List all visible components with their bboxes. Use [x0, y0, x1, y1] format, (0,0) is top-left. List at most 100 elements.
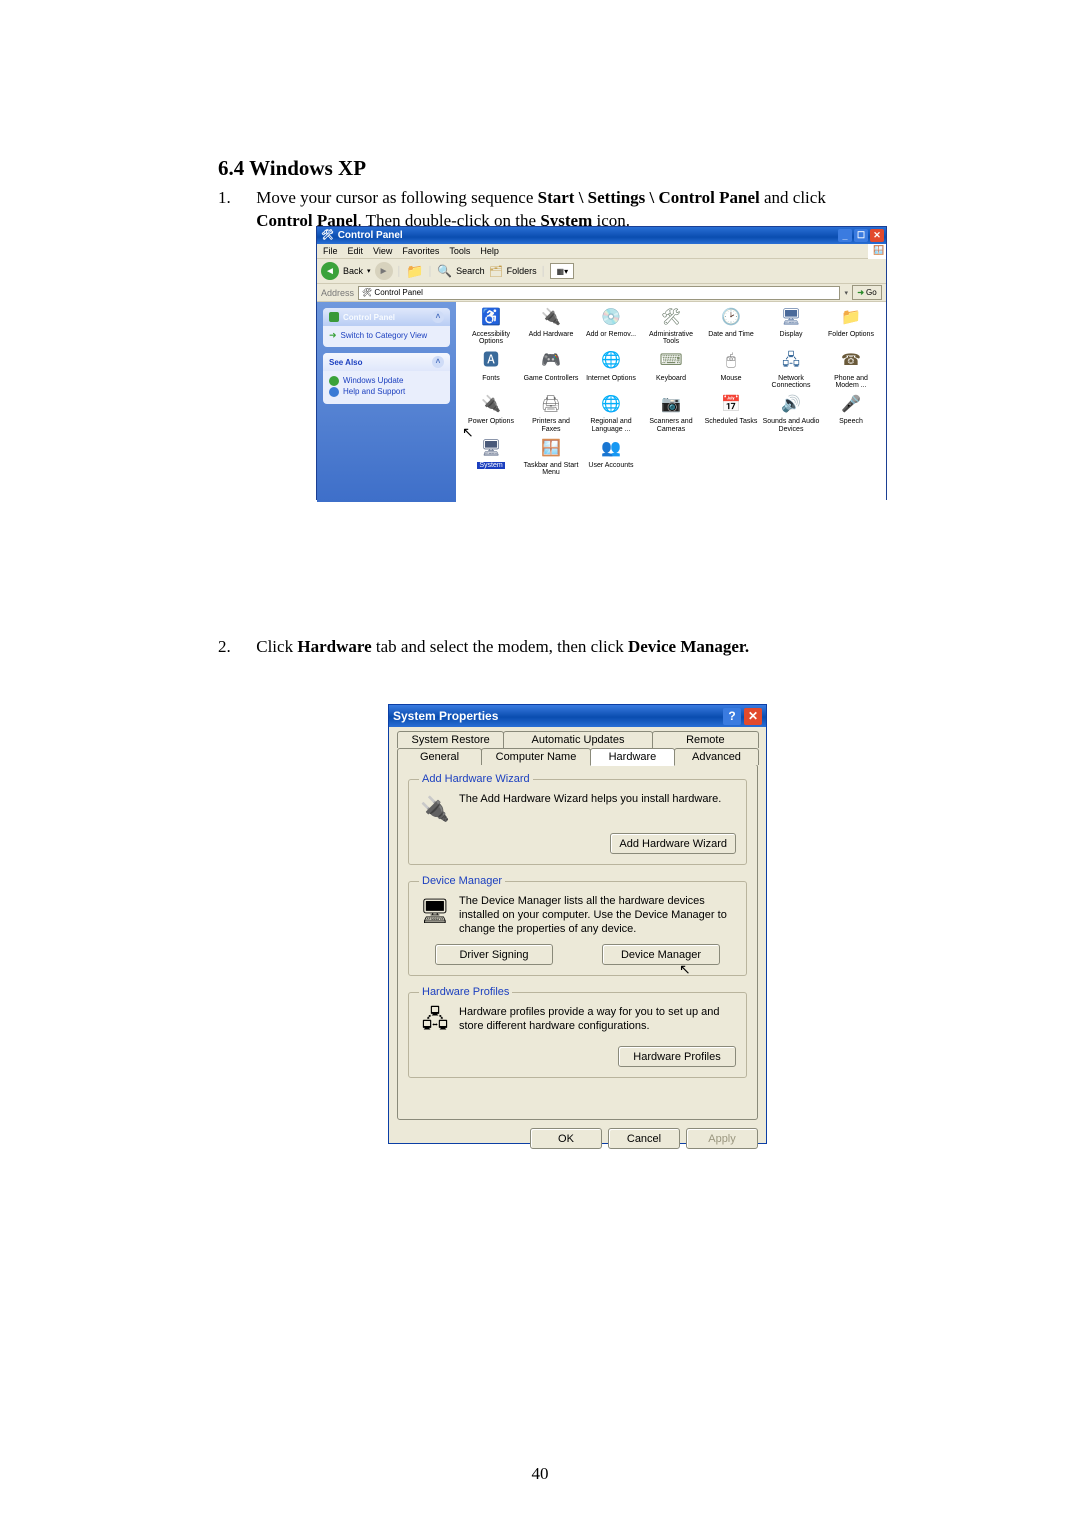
- cp-item-game-controllers[interactable]: 🎮Game Controllers: [522, 350, 580, 390]
- hardware-profiles-button[interactable]: Hardware Profiles: [618, 1046, 736, 1067]
- hardware-profiles-text: Hardware profiles provide a way for you …: [459, 1006, 736, 1034]
- dialog-titlebar[interactable]: System Properties ? ✕: [389, 705, 766, 727]
- add-hardware-wizard-group: Add Hardware Wizard 🔌 The Add Hardware W…: [408, 773, 747, 865]
- cp-item-system[interactable]: 🖥System: [462, 437, 520, 477]
- cancel-button[interactable]: Cancel: [608, 1128, 680, 1149]
- cp-item-sounds[interactable]: 🔊Sounds and Audio Devices: [762, 393, 820, 433]
- windows-update-link[interactable]: Windows Update: [329, 375, 444, 386]
- hardware-profiles-group: Hardware Profiles 🖧 Hardware profiles pr…: [408, 986, 747, 1078]
- address-label: Address: [321, 288, 354, 298]
- folders-label[interactable]: Folders: [507, 266, 537, 276]
- cp-item-user-accounts[interactable]: 👥User Accounts: [582, 437, 640, 477]
- see-also-title: See Also: [329, 358, 432, 367]
- cp-item-scanners[interactable]: 📷Scanners and Cameras: [642, 393, 700, 433]
- search-label[interactable]: Search: [456, 266, 485, 276]
- device-manager-icon: 🖥: [419, 895, 451, 927]
- step1-text-a: Move your cursor as following sequence: [256, 188, 537, 207]
- up-button[interactable]: 📁: [406, 263, 423, 280]
- ok-button[interactable]: OK: [530, 1128, 602, 1149]
- step-1-number: 1.: [218, 187, 252, 210]
- step1-text-b: Start \ Settings \ Control Panel: [538, 188, 760, 207]
- hardware-wizard-icon: 🔌: [419, 793, 451, 825]
- menu-bar: File Edit View Favorites Tools Help: [317, 244, 868, 259]
- step-2-number: 2.: [218, 636, 252, 659]
- menu-favorites[interactable]: Favorites: [402, 246, 439, 256]
- close-button[interactable]: ✕: [744, 708, 762, 725]
- switch-category-view-link[interactable]: ➜Switch to Category View: [329, 330, 444, 341]
- toolbar: ◄ Back ▾ ► │ 📁 │ 🔍 Search 🗂 Folders │ ▦▾: [317, 259, 886, 284]
- tab-general[interactable]: General: [397, 748, 482, 765]
- tab-strip: System Restore Automatic Updates Remote …: [397, 731, 758, 765]
- cp-item-scheduled[interactable]: 📅Scheduled Tasks: [702, 393, 760, 433]
- device-manager-button[interactable]: Device Manager: [602, 944, 720, 965]
- cp-item-keyboard[interactable]: ⌨Keyboard: [642, 350, 700, 390]
- menu-view[interactable]: View: [373, 246, 392, 256]
- step-2: 2. Click Hardware tab and select the mod…: [218, 636, 878, 659]
- hardware-profiles-legend: Hardware Profiles: [419, 986, 512, 998]
- step2-text-a: Click: [256, 637, 297, 656]
- forward-button[interactable]: ►: [375, 262, 393, 280]
- cp-item-network[interactable]: 🖧Network Connections: [762, 350, 820, 390]
- cp-item-folder-options[interactable]: 📁Folder Options: [822, 306, 880, 346]
- step2-text-c: tab and select the modem, then click: [372, 637, 628, 656]
- device-manager-group: Device Manager 🖥 The Device Manager list…: [408, 875, 747, 976]
- driver-signing-button[interactable]: Driver Signing: [435, 944, 553, 965]
- window-title: Control Panel: [338, 230, 403, 241]
- cp-item-taskbar[interactable]: 🪟Taskbar and Start Menu: [522, 437, 580, 477]
- sidebar-panel-see-also: See Also˄ Windows Update Help and Suppor…: [323, 353, 450, 403]
- menu-file[interactable]: File: [323, 246, 338, 256]
- address-bar: Address 🛠 Control Panel ▾ ➜Go: [317, 284, 886, 302]
- cp-item-fonts[interactable]: 🅰Fonts: [462, 350, 520, 390]
- tab-system-restore[interactable]: System Restore: [397, 731, 504, 748]
- window-titlebar[interactable]: 🛠 Control Panel _ ☐ ✕: [317, 227, 886, 244]
- back-button[interactable]: ◄: [321, 262, 339, 280]
- address-input[interactable]: 🛠 Control Panel: [358, 286, 840, 300]
- cp-item-speech[interactable]: 🎤Speech: [822, 393, 880, 433]
- device-manager-text: The Device Manager lists all the hardwar…: [459, 895, 736, 936]
- tasks-sidebar: Control Panel˄ ➜Switch to Category View …: [317, 302, 456, 502]
- collapse-icon[interactable]: ˄: [432, 356, 444, 368]
- help-button[interactable]: ?: [723, 708, 741, 725]
- back-label[interactable]: Back: [343, 266, 363, 276]
- tab-advanced[interactable]: Advanced: [674, 748, 759, 765]
- cp-item-accessibility[interactable]: ♿Accessibility Options: [462, 306, 520, 346]
- cp-item-printers[interactable]: 🖨Printers and Faxes: [522, 393, 580, 433]
- add-hardware-wizard-text: The Add Hardware Wizard helps you instal…: [459, 793, 736, 807]
- cp-item-add-remove[interactable]: 💿Add or Remov...: [582, 306, 640, 346]
- menu-tools[interactable]: Tools: [449, 246, 470, 256]
- cp-item-display[interactable]: 🖥Display: [762, 306, 820, 346]
- dialog-title: System Properties: [393, 709, 498, 723]
- cp-item-admin-tools[interactable]: 🛠Administrative Tools: [642, 306, 700, 346]
- maximize-button[interactable]: ☐: [854, 229, 868, 242]
- menu-edit[interactable]: Edit: [348, 246, 364, 256]
- control-panel-items: ♿Accessibility Options 🔌Add Hardware 💿Ad…: [456, 302, 886, 502]
- minimize-button[interactable]: _: [838, 229, 852, 242]
- tab-automatic-updates[interactable]: Automatic Updates: [503, 731, 652, 748]
- sidebar-panel-title: Control Panel: [343, 313, 432, 322]
- device-manager-legend: Device Manager: [419, 875, 505, 887]
- section-heading: 6.4 Windows XP: [218, 156, 878, 181]
- tab-remote[interactable]: Remote: [652, 731, 759, 748]
- cp-item-add-hardware[interactable]: 🔌Add Hardware: [522, 306, 580, 346]
- collapse-icon[interactable]: ˄: [432, 311, 444, 323]
- tab-hardware[interactable]: Hardware: [590, 748, 675, 766]
- tab-computer-name[interactable]: Computer Name: [481, 748, 591, 765]
- cp-item-date-time[interactable]: 🕑Date and Time: [702, 306, 760, 346]
- control-panel-window: 🛠 Control Panel _ ☐ ✕ File Edit View Fav…: [316, 226, 887, 500]
- cp-item-regional[interactable]: 🌐Regional and Language ...: [582, 393, 640, 433]
- cp-item-mouse[interactable]: 🖱Mouse: [702, 350, 760, 390]
- apply-button[interactable]: Apply: [686, 1128, 758, 1149]
- go-button[interactable]: ➜Go: [852, 285, 882, 300]
- system-properties-dialog: System Properties ? ✕ System Restore Aut…: [388, 704, 767, 1144]
- views-button[interactable]: ▦▾: [550, 263, 574, 279]
- cp-item-phone-modem[interactable]: ☎Phone and Modem ...: [822, 350, 880, 390]
- folders-icon[interactable]: 🗂: [489, 265, 503, 278]
- close-button[interactable]: ✕: [870, 229, 884, 242]
- add-hardware-wizard-button[interactable]: Add Hardware Wizard: [610, 833, 736, 854]
- page-number: 40: [0, 1464, 1080, 1484]
- menu-help[interactable]: Help: [480, 246, 499, 256]
- help-support-link[interactable]: Help and Support: [329, 386, 444, 397]
- cp-item-power[interactable]: 🔌Power Options: [462, 393, 520, 433]
- search-icon[interactable]: 🔍: [437, 264, 452, 278]
- cp-item-internet-options[interactable]: 🌐Internet Options: [582, 350, 640, 390]
